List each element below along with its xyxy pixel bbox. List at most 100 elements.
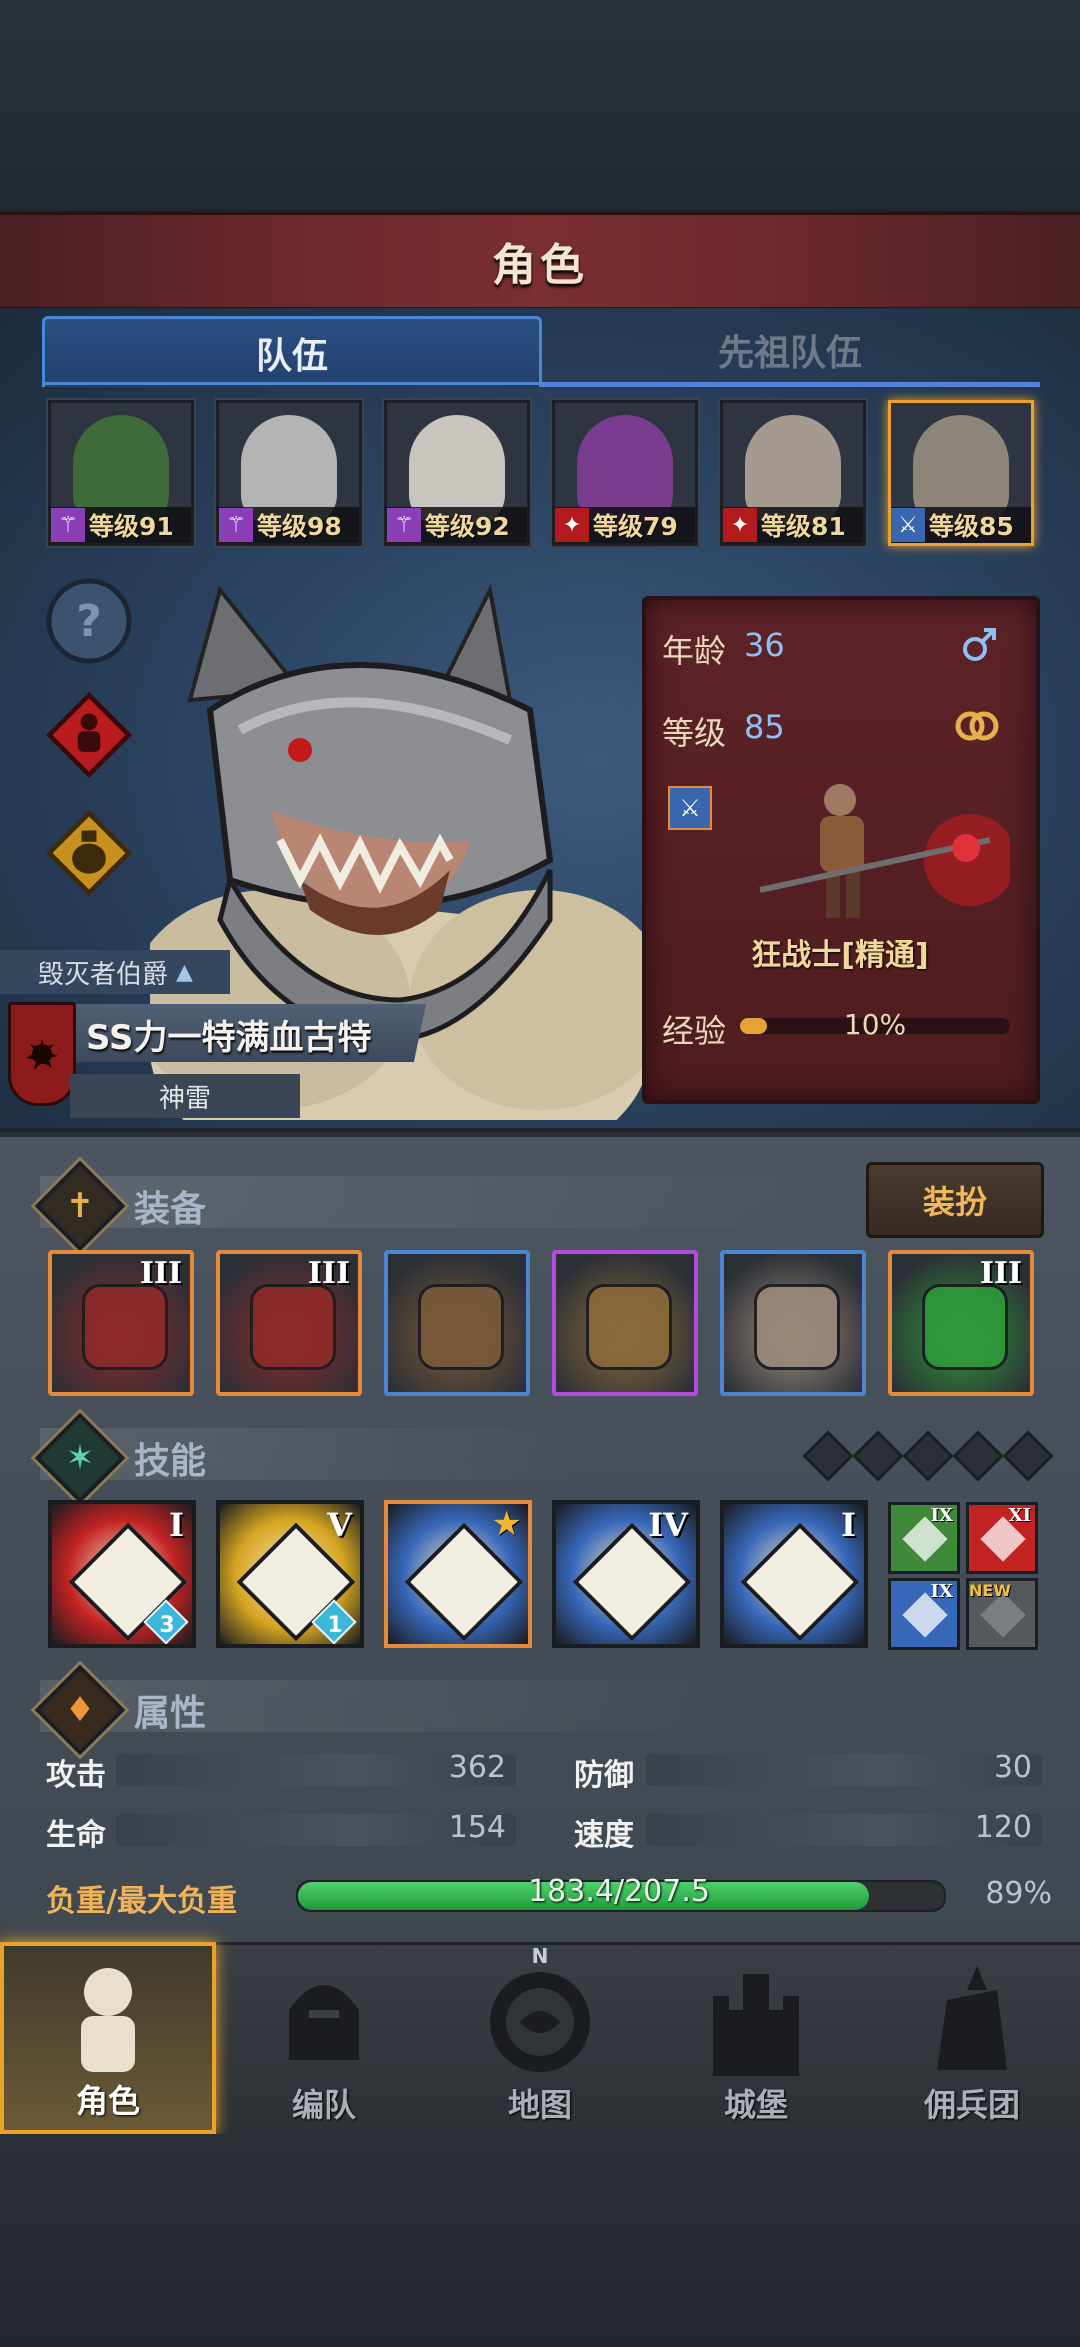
nav-knight[interactable]: 角色 xyxy=(0,1942,216,2134)
skill-slot[interactable]: V1 xyxy=(216,1500,364,1648)
attributes-title: 属性 xyxy=(134,1693,207,1734)
age-label: 年龄 xyxy=(662,632,727,670)
male-icon xyxy=(963,628,996,661)
nav-mercenary[interactable]: 佣兵团 xyxy=(864,1942,1080,2134)
skill-slot[interactable]: IV xyxy=(552,1500,700,1648)
member-level-bar: ⚚ 等级91 xyxy=(51,507,191,543)
passive-skill-slot[interactable]: XI xyxy=(966,1502,1038,1574)
nav-compass[interactable]: N 地图 xyxy=(432,1942,648,2134)
member-level-bar: ⚔ 等级85 xyxy=(891,507,1031,543)
skills-title: 技能 xyxy=(134,1441,207,1482)
hero-title-tag[interactable]: 毁灭者伯爵 ▲ xyxy=(0,950,230,994)
equip-slot-heavy-weapon[interactable]: III xyxy=(48,1250,194,1396)
nav-helmet[interactable]: 编队 xyxy=(216,1942,432,2134)
svg-text:?: ? xyxy=(76,596,102,647)
armor-icon xyxy=(586,1284,672,1370)
heavy-weapon-2-icon xyxy=(250,1284,336,1370)
attack-label: 攻击 xyxy=(46,1758,106,1793)
staff-icon: ⚚ xyxy=(219,508,253,542)
party-member-card[interactable]: ⚚ 等级98 xyxy=(216,400,362,546)
age-value: 36 xyxy=(744,626,785,664)
load-percent: 89% xyxy=(985,1876,1052,1911)
party-member-card[interactable]: ✦ 等级79 xyxy=(552,400,698,546)
level-value: 85 xyxy=(744,708,785,746)
speed-value: 120 xyxy=(974,1810,1032,1845)
beast-icon: ✦ xyxy=(723,508,757,542)
passive-skill-slot[interactable]: IX xyxy=(888,1578,960,1650)
passive-rank: XI xyxy=(1008,1505,1031,1526)
equip-slot-armor[interactable] xyxy=(552,1250,698,1396)
crest-shield-icon xyxy=(8,1002,76,1106)
equip-rank: III xyxy=(139,1256,182,1291)
top-background xyxy=(0,0,1080,210)
compass-icon xyxy=(490,1972,590,2072)
help-button[interactable]: ? xyxy=(44,576,134,666)
mercenary-icon xyxy=(937,1966,1007,2070)
member-level-bar: ⚚ 等级98 xyxy=(219,507,359,543)
equip-slot-boots[interactable] xyxy=(720,1250,866,1396)
new-badge: NEW xyxy=(969,1581,1011,1600)
class-figure-art xyxy=(759,784,1010,918)
hp-label: 生命 xyxy=(46,1818,106,1853)
tab-ancestor-team[interactable]: 先祖队伍 xyxy=(540,316,1040,387)
skill-rank: I xyxy=(169,1506,184,1544)
member-level-bar: ⚚ 等级92 xyxy=(387,507,527,543)
member-level: 等级92 xyxy=(425,512,510,541)
outfit-button[interactable]: 装扮 xyxy=(866,1162,1044,1238)
member-level-bar: ✦ 等级79 xyxy=(555,507,695,543)
figure-diamond-icon xyxy=(45,691,133,779)
skill-rank: V xyxy=(327,1506,352,1544)
skill-slot[interactable]: I3 xyxy=(48,1500,196,1648)
promote-icon: ▲ xyxy=(176,959,193,985)
beast-icon: ✦ xyxy=(555,508,589,542)
gem-count: 1 xyxy=(327,1613,343,1638)
member-level: 等级79 xyxy=(593,512,678,541)
potion-icon xyxy=(45,809,133,897)
heavy-weapon-icon xyxy=(82,1284,168,1370)
load-label: 负重/最大负重 xyxy=(46,1884,237,1919)
helmet-icon xyxy=(418,1284,504,1370)
member-level-bar: ✦ 等级81 xyxy=(723,507,863,543)
rings-icon[interactable] xyxy=(952,704,1002,746)
speed-label: 速度 xyxy=(574,1818,634,1853)
passive-skill-slot[interactable]: IX xyxy=(888,1502,960,1574)
nav-label: 城堡 xyxy=(723,2086,788,2124)
page-title: 角色 xyxy=(492,240,588,291)
party-member-card[interactable]: ⚔ 等级85 xyxy=(888,400,1034,546)
tab-team[interactable]: 队伍 xyxy=(42,316,542,387)
nav-label: 佣兵团 xyxy=(923,2086,1020,2124)
exp-label: 经验 xyxy=(662,1012,727,1050)
stance-button[interactable] xyxy=(44,690,134,780)
party-member-card[interactable]: ✦ 等级81 xyxy=(720,400,866,546)
party-member-card[interactable]: ⚚ 等级91 xyxy=(48,400,194,546)
nav-label: 编队 xyxy=(291,2086,356,2124)
hero-subtitle: 神雷 xyxy=(158,1083,211,1114)
helmet-icon xyxy=(289,1985,359,2060)
member-level: 等级98 xyxy=(257,512,342,541)
title-banner: 角色 xyxy=(0,212,1080,311)
skill-slot[interactable]: ★ xyxy=(384,1500,532,1648)
knight-icon xyxy=(81,1968,135,2072)
nav-label: 角色 xyxy=(75,2082,140,2120)
equip-slot-helmet[interactable] xyxy=(384,1250,530,1396)
star-icon: ★ xyxy=(491,1504,522,1544)
nav-castle[interactable]: 城堡 xyxy=(648,1942,864,2134)
question-icon: ? xyxy=(46,578,132,664)
class-name: 狂战士[精通] xyxy=(751,938,929,973)
passive-rank: IX xyxy=(930,1581,953,1602)
exp-percent: 10% xyxy=(843,1008,907,1041)
bottom-background xyxy=(0,2134,1080,2347)
passive-skill-slot[interactable]: NEW xyxy=(966,1578,1038,1650)
potion-button[interactable] xyxy=(44,808,134,898)
equip-slot-trinket[interactable]: III xyxy=(888,1250,1034,1396)
skill-rank: I xyxy=(841,1506,856,1544)
party-member-card[interactable]: ⚚ 等级92 xyxy=(384,400,530,546)
member-level: 等级91 xyxy=(89,512,174,541)
hero-name[interactable]: SS力一特满血古特 xyxy=(86,1008,426,1060)
hp-value: 154 xyxy=(448,1810,506,1845)
equip-rank: III xyxy=(307,1256,350,1291)
skill-rank: IV xyxy=(648,1506,688,1544)
equip-slot-heavy-weapon-2[interactable]: III xyxy=(216,1250,362,1396)
skill-slot[interactable]: I xyxy=(720,1500,868,1648)
compass-north-mark: N xyxy=(531,1944,549,1968)
